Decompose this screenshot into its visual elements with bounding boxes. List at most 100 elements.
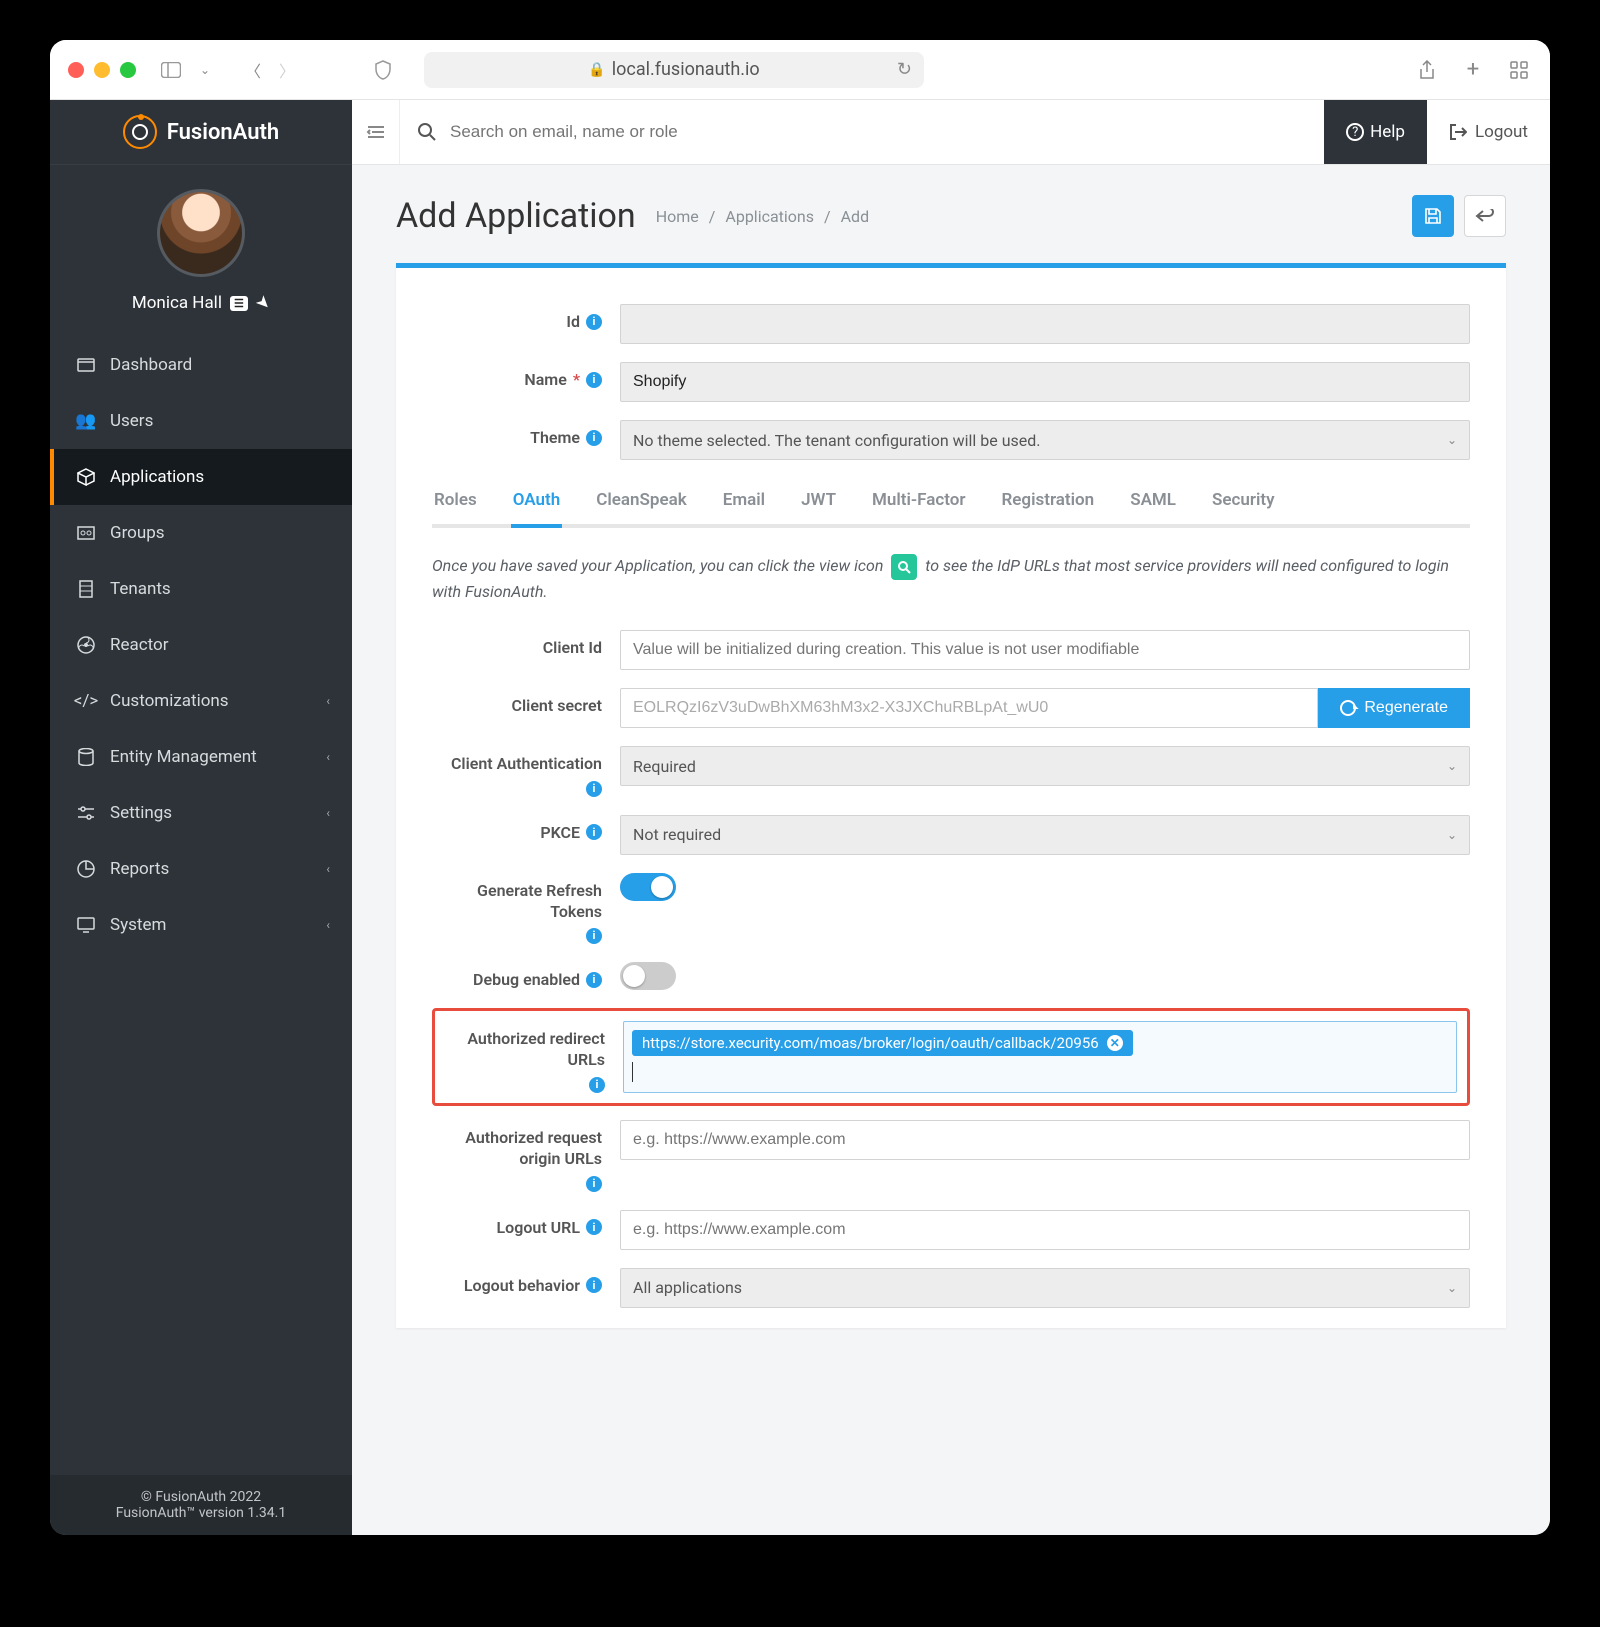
zoom-window-icon[interactable] <box>120 62 136 78</box>
copyright: © FusionAuth 2022 <box>50 1489 352 1505</box>
id-card-icon[interactable]: ☰ <box>230 296 248 311</box>
info-icon[interactable]: i <box>586 430 602 446</box>
tab-multifactor[interactable]: Multi-Factor <box>870 490 967 528</box>
logo[interactable]: FusionAuth <box>50 100 352 165</box>
chevron-down-icon: ⌄ <box>1447 759 1457 773</box>
logout-url-input[interactable] <box>620 1210 1470 1250</box>
sidebar-item-applications[interactable]: Applications <box>50 449 352 505</box>
save-button[interactable] <box>1412 195 1454 237</box>
nav: Dashboard 👥Users Applications Groups Ten… <box>50 337 352 953</box>
browser-titlebar: ⌄ 〈 〉 🔒 local.fusionauth.io ↻ + <box>50 40 1550 100</box>
close-window-icon[interactable] <box>68 62 84 78</box>
pkce-value: Not required <box>633 825 721 844</box>
share-icon[interactable] <box>1414 57 1440 83</box>
sidebar-item-groups[interactable]: Groups <box>50 505 352 561</box>
location-arrow-icon[interactable]: ➤ <box>251 291 275 315</box>
sidebar: FusionAuth Monica Hall ☰ ➤ Dashboard 👥Us… <box>50 100 352 1535</box>
breadcrumb-applications[interactable]: Applications <box>725 207 814 226</box>
client-secret-input[interactable] <box>620 688 1318 728</box>
logout-behavior-value: All applications <box>633 1278 742 1297</box>
refresh-tokens-toggle[interactable] <box>620 873 676 901</box>
debug-toggle[interactable] <box>620 962 676 990</box>
name-label: Name <box>524 370 566 389</box>
tab-overview-icon[interactable] <box>1506 57 1532 83</box>
sidebar-item-reactor[interactable]: Reactor <box>50 617 352 673</box>
main: ?Help Logout Add Application Home/ Appli… <box>352 100 1550 1535</box>
breadcrumb-home[interactable]: Home <box>656 207 699 226</box>
remove-chip-icon[interactable]: ✕ <box>1107 1035 1123 1051</box>
chevron-left-icon: ‹ <box>326 862 330 876</box>
info-icon[interactable]: i <box>589 1077 605 1093</box>
info-icon[interactable]: i <box>586 1176 602 1192</box>
form-card: Idi Name*i Themei No theme selected. The… <box>396 263 1506 1328</box>
tabs: Roles OAuth CleanSpeak Email JWT Multi-F… <box>432 490 1470 528</box>
sidebar-item-settings[interactable]: Settings‹ <box>50 785 352 841</box>
avatar[interactable] <box>157 189 245 277</box>
forward-button[interactable]: 〉 <box>274 57 300 83</box>
tab-registration[interactable]: Registration <box>999 490 1096 528</box>
search-input[interactable] <box>450 122 1306 142</box>
browser-window: ⌄ 〈 〉 🔒 local.fusionauth.io ↻ + FusionAu… <box>50 40 1550 1535</box>
sidebar-item-users[interactable]: 👥Users <box>50 393 352 449</box>
sidebar-item-reports[interactable]: Reports ‹ <box>50 841 352 897</box>
logout-button[interactable]: Logout <box>1427 100 1550 164</box>
search-icon <box>418 123 436 141</box>
new-tab-icon[interactable]: + <box>1460 57 1486 83</box>
logout-icon <box>1449 123 1467 141</box>
info-icon[interactable]: i <box>586 972 602 988</box>
collapse-sidebar-button[interactable] <box>352 100 400 164</box>
reload-icon[interactable]: ↻ <box>897 59 912 80</box>
oauth-hint: Once you have saved your Application, yo… <box>432 554 1470 604</box>
sidebar-item-tenants[interactable]: Tenants <box>50 561 352 617</box>
client-auth-select[interactable]: Required⌄ <box>620 746 1470 786</box>
redirect-urls-row: Authorized redirect URLsi https://store.… <box>432 1008 1470 1106</box>
sidebar-item-dashboard[interactable]: Dashboard <box>50 337 352 393</box>
info-icon[interactable]: i <box>586 372 602 388</box>
sidebar-item-customizations[interactable]: </>Customizations‹ <box>50 673 352 729</box>
tab-roles[interactable]: Roles <box>432 490 479 528</box>
info-icon[interactable]: i <box>586 781 602 797</box>
logout-behavior-select[interactable]: All applications⌄ <box>620 1268 1470 1308</box>
app-body: FusionAuth Monica Hall ☰ ➤ Dashboard 👥Us… <box>50 100 1550 1535</box>
info-icon[interactable]: i <box>586 1219 602 1235</box>
name-input[interactable] <box>620 362 1470 402</box>
redirect-urls-input[interactable]: https://store.xecurity.com/moas/broker/l… <box>623 1021 1457 1093</box>
tab-jwt[interactable]: JWT <box>799 490 838 528</box>
tab-saml[interactable]: SAML <box>1128 490 1178 528</box>
topbar: ?Help Logout <box>352 100 1550 165</box>
desktop-icon <box>76 915 96 935</box>
info-icon[interactable]: i <box>586 314 602 330</box>
info-icon[interactable]: i <box>586 928 602 944</box>
regenerate-button[interactable]: Regenerate <box>1318 688 1470 728</box>
chevron-left-icon: ‹ <box>326 806 330 820</box>
sidebar-item-label: Reports <box>110 859 169 879</box>
tab-email[interactable]: Email <box>721 490 767 528</box>
tab-oauth[interactable]: OAuth <box>511 490 563 528</box>
sidebar-item-entity-management[interactable]: Entity Management‹ <box>50 729 352 785</box>
sidebar-toggle-icon[interactable] <box>158 57 184 83</box>
hint-before: Once you have saved your Application, yo… <box>432 556 883 575</box>
tab-security[interactable]: Security <box>1210 490 1277 528</box>
breadcrumb-current: Add <box>841 207 869 226</box>
url-bar[interactable]: 🔒 local.fusionauth.io ↻ <box>424 52 924 88</box>
back-button[interactable] <box>1464 195 1506 237</box>
client-id-label: Client Id <box>543 638 602 657</box>
privacy-shield-icon[interactable] <box>370 57 396 83</box>
regenerate-label: Regenerate <box>1364 699 1448 717</box>
chevron-down-icon: ⌄ <box>1447 828 1457 842</box>
sidebar-item-system[interactable]: System‹ <box>50 897 352 953</box>
debug-label: Debug enabled <box>473 970 580 989</box>
help-button[interactable]: ?Help <box>1324 100 1427 164</box>
theme-select[interactable]: No theme selected. The tenant configurat… <box>620 420 1470 460</box>
id-label: Id <box>566 312 580 331</box>
back-button[interactable]: 〈 <box>240 57 266 83</box>
info-icon[interactable]: i <box>586 1277 602 1293</box>
origin-urls-input[interactable] <box>620 1120 1470 1160</box>
pkce-select[interactable]: Not required ⌄ <box>620 815 1470 855</box>
tab-cleanspeak[interactable]: CleanSpeak <box>594 490 689 528</box>
minimize-window-icon[interactable] <box>94 62 110 78</box>
client-auth-label: Client Authentication <box>451 754 602 775</box>
chevron-down-icon[interactable]: ⌄ <box>192 57 218 83</box>
client-secret-label: Client secret <box>512 696 602 715</box>
info-icon[interactable]: i <box>586 824 602 840</box>
